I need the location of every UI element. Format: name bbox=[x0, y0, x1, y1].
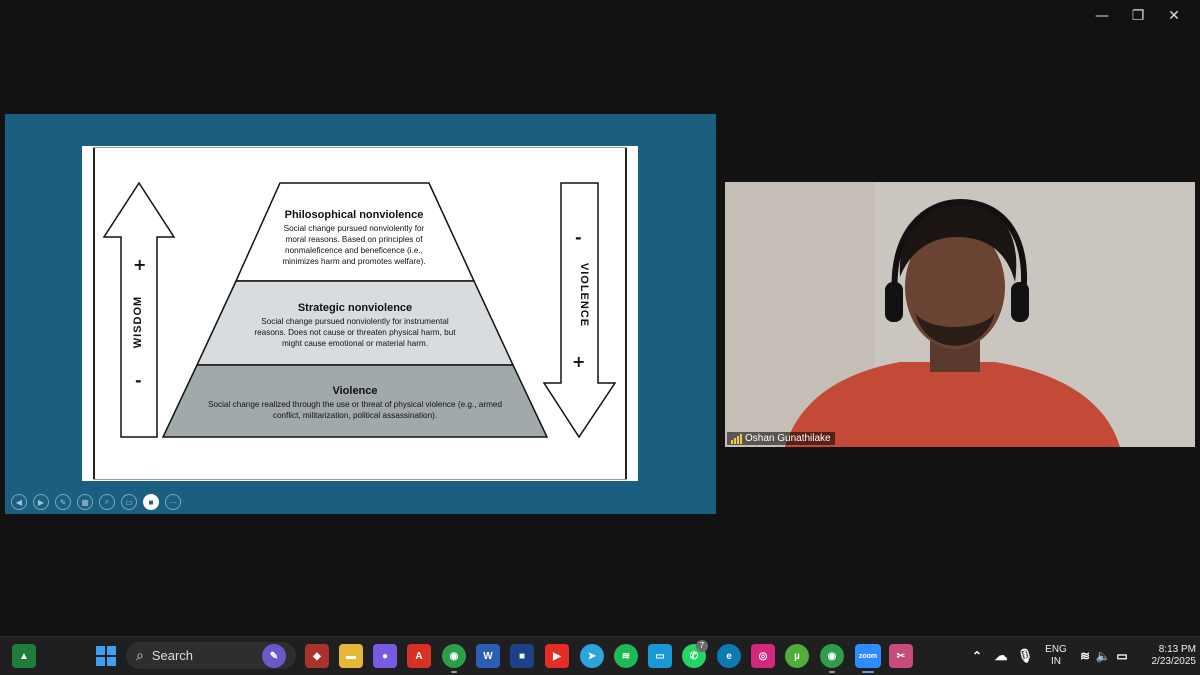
violence-plus-sign: + bbox=[572, 352, 586, 371]
presentation-toolbar: ◀ ▶ ✎ ▦ ⌕ ▭ ■ ⋯ bbox=[11, 494, 181, 510]
violence-label: VIOLENCE bbox=[578, 262, 591, 328]
app-launcher-icon[interactable]: ■ bbox=[510, 644, 534, 668]
onedrive-icon[interactable]: ☁ bbox=[989, 644, 1013, 668]
participant-name: Oshan Gunathilake bbox=[745, 433, 831, 444]
tier-description: Social change pursued nonviolently for m… bbox=[254, 223, 454, 267]
wisdom-minus-sign: - bbox=[135, 371, 142, 390]
camera-icon[interactable]: ■ bbox=[143, 494, 159, 510]
battery-icon[interactable]: ▭ bbox=[1110, 644, 1134, 668]
desc-line: Social change realized through the use o… bbox=[207, 400, 502, 409]
pen-icon[interactable]: ✎ bbox=[55, 494, 71, 510]
search-label: Search bbox=[151, 648, 194, 663]
presentation-slide: Philosophical nonviolence Social change … bbox=[82, 146, 638, 481]
participant-image bbox=[725, 182, 1195, 447]
tier-strategic: Strategic nonviolence Social change purs… bbox=[230, 302, 480, 349]
widgets-icon[interactable]: ▲ bbox=[12, 644, 36, 668]
slides-overview-icon[interactable]: ▦ bbox=[77, 494, 93, 510]
desc-line: Social change pursued nonviolently for i… bbox=[261, 317, 449, 326]
input-language-indicator[interactable]: ENG IN bbox=[1043, 644, 1069, 668]
region-code: IN bbox=[1051, 656, 1061, 667]
desc-line: nonmaleficence and beneficence (i.e., bbox=[285, 246, 423, 255]
zoom-icon[interactable]: ⌕ bbox=[99, 494, 115, 510]
windows-logo-icon bbox=[96, 646, 116, 666]
desc-line: Social change pursued nonviolently for bbox=[283, 224, 425, 233]
whatsapp-badge: 7 bbox=[696, 640, 708, 652]
desc-line: conflict, militarization, political assa… bbox=[272, 411, 438, 420]
file-explorer-icon[interactable]: ▬ bbox=[339, 644, 363, 668]
wisdom-plus-sign: + bbox=[133, 255, 147, 274]
participant-video[interactable]: Oshan Gunathilake bbox=[725, 182, 1195, 447]
search-icon: ⌕ bbox=[136, 647, 144, 663]
more-options-icon[interactable]: ⋯ bbox=[165, 494, 181, 510]
desc-line: minimizes harm and promotes welfare). bbox=[282, 257, 426, 266]
clock-time: 8:13 PM bbox=[1158, 644, 1196, 655]
clock[interactable]: 8:13 PM 2/23/2025 bbox=[1140, 644, 1197, 668]
tier-description: Social change pursued nonviolently for i… bbox=[230, 316, 480, 349]
desc-line: moral reasons. Based on principles of bbox=[285, 235, 423, 244]
language-code: ENG bbox=[1045, 644, 1067, 655]
close-button[interactable]: ✕ bbox=[1156, 6, 1192, 26]
tier-philosophical: Philosophical nonviolence Social change … bbox=[254, 209, 454, 267]
spotify-icon[interactable]: ≋ bbox=[614, 644, 638, 668]
subtitles-icon[interactable]: ▭ bbox=[121, 494, 137, 510]
edge-icon[interactable]: e bbox=[717, 644, 741, 668]
shared-screen: Philosophical nonviolence Social change … bbox=[5, 114, 716, 514]
desc-line: reasons. Does not cause or threaten phys… bbox=[254, 328, 456, 337]
youtube-icon[interactable]: ▶ bbox=[545, 644, 569, 668]
taskbar: ▲ ⌕ Search ✎ ◆ ▬ ● A ◉ W ■ ▶ ➤ ≋ ▭ ✆ 7 e… bbox=[0, 636, 1200, 675]
tier-description: Social change realized through the use o… bbox=[192, 399, 518, 421]
tier-title: Violence bbox=[332, 385, 378, 397]
signal-strength-icon bbox=[731, 433, 742, 444]
running-indicator bbox=[451, 671, 457, 673]
microphone-icon[interactable]: 🎙 bbox=[1013, 644, 1037, 668]
tier-title: Philosophical nonviolence bbox=[284, 209, 424, 221]
chrome-profile-icon[interactable]: ◉ bbox=[820, 644, 844, 668]
restore-button[interactable]: ❐ bbox=[1120, 6, 1156, 26]
participant-name-tag: Oshan Gunathilake bbox=[727, 432, 835, 445]
start-button[interactable] bbox=[94, 644, 118, 668]
desc-line: might cause emotional or material harm. bbox=[281, 339, 429, 348]
running-indicator bbox=[829, 671, 835, 673]
zoom-icon[interactable]: zoom bbox=[855, 644, 881, 668]
utorrent-icon[interactable]: µ bbox=[785, 644, 809, 668]
copilot-icon[interactable]: ✎ bbox=[262, 644, 286, 668]
previous-slide-icon[interactable]: ◀ bbox=[11, 494, 27, 510]
telegram-icon[interactable]: ➤ bbox=[580, 644, 604, 668]
microsoft-365-icon[interactable]: ● bbox=[373, 644, 397, 668]
pdf-reader-icon[interactable]: A bbox=[407, 644, 431, 668]
next-slide-icon[interactable]: ▶ bbox=[33, 494, 49, 510]
active-indicator bbox=[862, 671, 874, 673]
clock-date: 2/23/2025 bbox=[1151, 656, 1197, 667]
snipping-tool-icon[interactable]: ✂ bbox=[889, 644, 913, 668]
instagram-icon[interactable]: ◎ bbox=[751, 644, 775, 668]
minimize-button[interactable]: — bbox=[1084, 6, 1120, 26]
word-icon[interactable]: W bbox=[476, 644, 500, 668]
tier-violence: Violence Social change realized through … bbox=[192, 385, 518, 421]
violence-minus-sign: - bbox=[575, 228, 582, 247]
tier-title: Strategic nonviolence bbox=[297, 302, 413, 314]
window-controls: — ❐ ✕ bbox=[1084, 6, 1192, 26]
show-hidden-icons-chevron-icon[interactable]: ⌃ bbox=[965, 644, 989, 668]
prime-video-icon[interactable]: ▭ bbox=[648, 644, 672, 668]
wisdom-label: WISDOM bbox=[132, 295, 145, 349]
chrome-icon[interactable]: ◉ bbox=[442, 644, 466, 668]
game-app-icon[interactable]: ◆ bbox=[305, 644, 329, 668]
